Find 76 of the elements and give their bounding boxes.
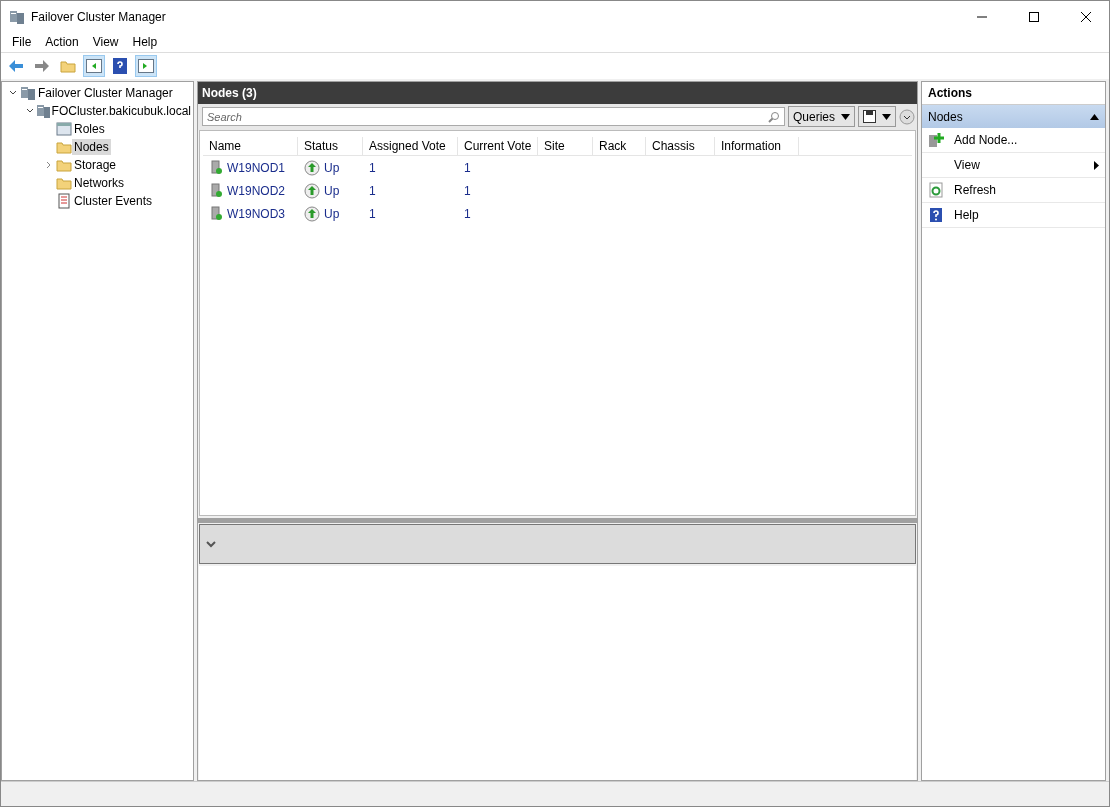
collapse-caret-icon: [1090, 113, 1099, 120]
folder-icon: [56, 139, 72, 155]
column-header[interactable]: Assigned Vote: [363, 137, 458, 155]
queries-button[interactable]: Queries: [787, 106, 855, 127]
table-cell: 1: [369, 206, 376, 221]
actions-section-header[interactable]: Nodes: [922, 105, 1105, 128]
expand-chevron-icon[interactable]: [206, 540, 216, 548]
tree-item[interactable]: FOCluster.bakicubuk.local: [49, 103, 193, 119]
table-cell: 1: [464, 160, 471, 175]
panel-icon: [86, 59, 102, 73]
server-icon: [211, 183, 223, 198]
window-icon: [56, 121, 72, 137]
server-icon: [211, 160, 223, 175]
column-header[interactable]: Chassis: [646, 137, 715, 155]
forward-arrow-icon: [34, 59, 50, 73]
caret-icon: [841, 113, 850, 120]
action-pane-button[interactable]: [135, 55, 157, 77]
table-cell: W19NOD2: [227, 183, 285, 198]
tree-item[interactable]: Nodes: [72, 139, 111, 155]
folder-icon: [56, 157, 72, 173]
column-header[interactable]: Status: [298, 137, 363, 155]
server-icon: [9, 8, 25, 25]
table-cell: 1: [464, 206, 471, 221]
help-icon: [113, 58, 127, 74]
collapse-caret-icon[interactable]: [25, 107, 34, 115]
table-cell: 1: [464, 183, 471, 198]
table-cell: Up: [324, 183, 340, 198]
folder-icon: [60, 59, 76, 73]
expand-caret-icon[interactable]: [45, 161, 53, 169]
add-icon: [928, 132, 944, 148]
pane-title: Nodes (3): [198, 82, 917, 104]
save-query-button[interactable]: [858, 106, 896, 127]
console-tree-button[interactable]: [83, 55, 105, 77]
column-header[interactable]: Name: [203, 137, 298, 155]
submenu-arrow-icon: [1094, 160, 1099, 170]
menu-item[interactable]: Help: [125, 35, 165, 49]
task-link[interactable]: Help: [922, 203, 1105, 228]
search-field[interactable]: Search: [202, 107, 785, 126]
window-title: Failover Cluster Manager: [31, 9, 167, 24]
menu-item[interactable]: Action: [38, 35, 86, 49]
caret-icon: [882, 113, 891, 120]
table-cell: Up: [324, 206, 340, 221]
collapse-button[interactable]: [899, 108, 915, 125]
menu-item[interactable]: View: [85, 35, 126, 49]
folder-icon: [56, 175, 72, 191]
tree-item[interactable]: Networks: [72, 175, 126, 191]
log-icon: [56, 193, 72, 209]
table-cell: Up: [324, 160, 340, 175]
table-cell: W19NOD3: [227, 206, 285, 221]
task-link[interactable]: Refresh: [922, 178, 1105, 203]
server-icon: [20, 85, 36, 101]
server-icon: [35, 103, 50, 119]
server-icon: [211, 206, 223, 221]
back-arrow-icon: [8, 59, 24, 73]
column-header[interactable]: Current Vote: [458, 137, 538, 155]
collapse-caret-icon[interactable]: [9, 89, 17, 97]
column-header[interactable]: Rack: [593, 137, 646, 155]
tree-item[interactable]: Failover Cluster Manager: [36, 85, 175, 101]
maximize-icon: [1029, 11, 1039, 22]
table-cell: 1: [369, 183, 376, 198]
save-icon: [863, 110, 876, 123]
help-icon: [928, 207, 944, 223]
close-icon: [1081, 11, 1091, 22]
tree-item[interactable]: Cluster Events: [72, 193, 155, 209]
panel-icon: [138, 59, 154, 73]
menu-item[interactable]: File: [5, 35, 39, 49]
tree-item[interactable]: Storage: [72, 157, 119, 173]
refresh-icon: [928, 182, 944, 198]
search-icon: [767, 110, 780, 123]
column-header[interactable]: Site: [538, 137, 593, 155]
task-link[interactable]: Add Node...: [922, 128, 1105, 153]
column-header[interactable]: Information: [715, 137, 799, 155]
table-cell: W19NOD1: [227, 160, 285, 175]
table-cell: 1: [369, 160, 376, 175]
tree-item[interactable]: Roles: [72, 121, 107, 137]
task-link[interactable]: View: [922, 153, 1105, 178]
